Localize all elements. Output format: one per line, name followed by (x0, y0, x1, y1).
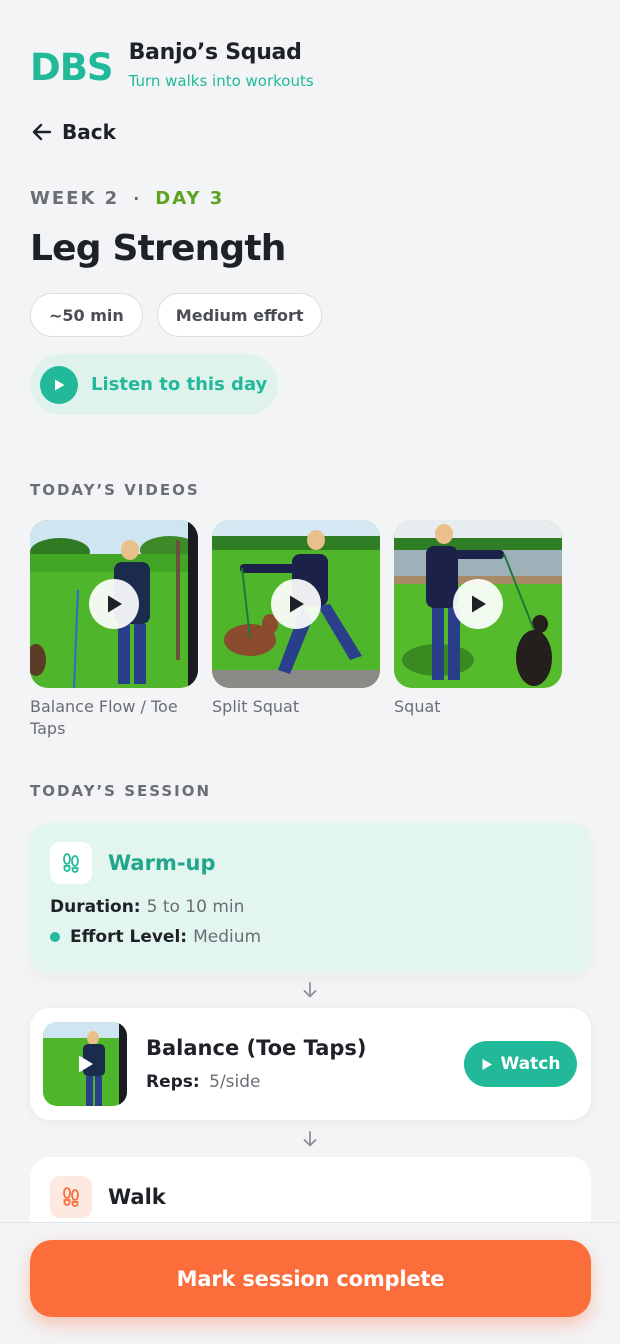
brand-name: Banjo’s Squad (128, 40, 302, 65)
page-title: Leg Strength (30, 228, 286, 269)
week-label: WEEK 2 (30, 188, 120, 209)
play-icon (40, 365, 78, 404)
warmup-header: Warm-up (50, 842, 216, 884)
video-list: Balance Flow / Toe Taps Split Squat Squa… (30, 520, 562, 740)
mark-complete-label: Mark session complete (176, 1266, 445, 1291)
footprints-icon (50, 1176, 92, 1218)
brand-header: DBS Banjo’s Squad Turn walks into workou… (30, 38, 314, 92)
video-thumbnail[interactable] (212, 520, 380, 688)
exercise-thumbnail[interactable] (43, 1022, 127, 1106)
reps-value: 5/side (209, 1072, 261, 1092)
effort-value: Medium (193, 927, 262, 947)
walk-title: Walk (108, 1185, 166, 1209)
day-label: DAY 3 (155, 188, 225, 209)
play-icon (89, 579, 139, 629)
exercise-title: Balance (Toe Taps) (146, 1036, 367, 1060)
warmup-effort: Effort Level: Medium (50, 927, 261, 947)
footprints-icon (50, 842, 92, 884)
warmup-title: Warm-up (108, 851, 216, 875)
dbs-logo: DBS (30, 44, 114, 92)
play-icon (271, 579, 321, 629)
duration-label: Duration: (50, 897, 141, 917)
listen-label: Listen to this day (91, 374, 268, 395)
arrow-down-icon (303, 982, 317, 998)
week-day-indicator: WEEK 2 · DAY 3 (30, 188, 224, 209)
play-icon (72, 1051, 98, 1077)
watch-button[interactable]: Watch (464, 1041, 577, 1087)
logo-text: DBS (30, 46, 114, 89)
effort-chip: Medium effort (156, 293, 323, 337)
back-label: Back (62, 120, 116, 144)
warmup-duration: Duration: 5 to 10 min (50, 897, 244, 917)
walk-header: Walk (50, 1176, 166, 1218)
arrow-left-icon (32, 123, 52, 141)
videos-heading: TODAY’S VIDEOS (30, 481, 200, 499)
video-title: Balance Flow / Toe Taps (30, 697, 178, 738)
video-title: Squat (394, 697, 441, 716)
info-chips: ~50 min Medium effort (30, 293, 323, 337)
arrow-down-icon (303, 1131, 317, 1147)
video-title: Split Squat (212, 697, 300, 716)
video-card-squat[interactable]: Squat (394, 520, 562, 740)
brand-tagline: Turn walks into workouts (128, 72, 314, 90)
duration-value: 5 to 10 min (146, 897, 245, 917)
warmup-card: Warm-up Duration: 5 to 10 min Effort Lev… (30, 823, 591, 973)
effort-dot (50, 932, 60, 942)
back-button[interactable]: Back (30, 120, 116, 144)
exercise-card-balance: Balance (Toe Taps) Reps: 5/side Watch (30, 1008, 591, 1120)
duration-chip: ~50 min (30, 293, 143, 337)
effort-label: Effort Level: (70, 927, 188, 947)
video-card-balance-flow[interactable]: Balance Flow / Toe Taps (30, 520, 198, 740)
session-heading: TODAY’S SESSION (30, 782, 212, 800)
separator-dot: · (133, 189, 142, 208)
video-card-split-squat[interactable]: Split Squat (212, 520, 380, 740)
mark-complete-button[interactable]: Mark session complete (30, 1240, 591, 1317)
reps-label: Reps: (146, 1072, 200, 1092)
play-icon (482, 1058, 492, 1070)
video-thumbnail[interactable] (394, 520, 562, 688)
play-icon (453, 579, 503, 629)
listen-button[interactable]: Listen to this day (30, 354, 278, 415)
workout-day-page: DBS Banjo’s Squad Turn walks into workou… (0, 0, 620, 1344)
exercise-reps: Reps: 5/side (146, 1072, 261, 1092)
brand-text: Banjo’s Squad Turn walks into workouts (129, 38, 314, 92)
video-thumbnail[interactable] (30, 520, 198, 688)
watch-label: Watch (500, 1054, 561, 1074)
